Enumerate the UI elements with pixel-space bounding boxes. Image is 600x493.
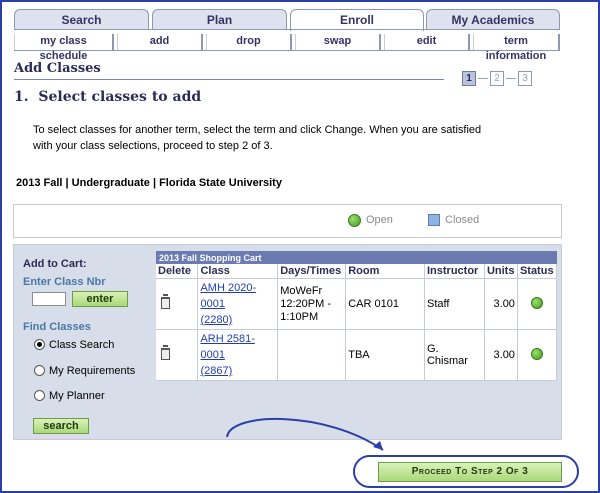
room-cell: TBA xyxy=(345,329,425,381)
step-heading: 1. Select classes to add xyxy=(14,89,202,105)
radio-label: Class Search xyxy=(49,339,115,351)
proceed-to-step-2-button[interactable]: Proceed To Step 2 Of 3 xyxy=(378,462,562,482)
column-header: Instructor xyxy=(424,264,485,279)
radio-my-requirements[interactable]: My Requirements xyxy=(34,365,135,377)
days-times-cell: MoWeFr 12:20PM - 1:10PM xyxy=(277,278,347,330)
instructions-text: To select classes for another term, sele… xyxy=(33,124,482,152)
column-header: Room xyxy=(345,264,425,279)
class-link[interactable]: ARH 2581-0001 (2867) xyxy=(200,333,254,377)
column-header: Class xyxy=(197,264,279,279)
delete-cell[interactable] xyxy=(156,329,199,381)
room-cell: CAR 0101 xyxy=(345,278,425,330)
add-to-cart-label: Add to Cart: xyxy=(23,258,87,270)
trash-icon[interactable] xyxy=(161,344,170,360)
radio-icon[interactable] xyxy=(34,365,45,376)
tab-plan[interactable]: Plan xyxy=(152,9,287,30)
heading-rule xyxy=(14,79,444,80)
class-cell[interactable]: ARH 2581-0001 (2867) xyxy=(197,329,279,381)
radio-label: My Requirements xyxy=(49,365,136,377)
column-header: Days/Times xyxy=(277,264,347,279)
search-button[interactable]: search xyxy=(33,418,89,434)
step-dash xyxy=(478,78,488,79)
table-row: AMH 2020-0001 (2280) MoWeFr 12:20PM - 1:1… xyxy=(156,278,558,330)
subtab-add[interactable]: add xyxy=(117,34,203,50)
delete-cell[interactable] xyxy=(156,278,199,330)
step-indicator: 1 2 3 xyxy=(462,71,538,87)
step-2: 2 xyxy=(490,71,504,86)
tab-my-academics[interactable]: My Academics xyxy=(426,9,560,30)
step-3: 3 xyxy=(518,71,532,86)
page-title: Add Classes xyxy=(14,61,101,76)
status-cell xyxy=(517,329,558,381)
class-cell[interactable]: AMH 2020-0001 (2280) xyxy=(197,278,279,330)
main-tabs: Search Plan Enroll My Academics xyxy=(14,9,560,31)
closed-label: Closed xyxy=(445,214,480,226)
closed-status-icon xyxy=(428,214,440,226)
open-label: Open xyxy=(366,214,393,226)
term-info: 2013 Fall | Undergraduate | Florida Stat… xyxy=(16,177,282,189)
shopping-cart-table: 2013 Fall Shopping Cart Delete Class Day… xyxy=(156,251,558,381)
column-header: Status xyxy=(517,264,558,279)
cart-title: 2013 Fall Shopping Cart xyxy=(156,251,557,264)
subtab-edit[interactable]: edit xyxy=(384,34,470,50)
radio-label: My Planner xyxy=(49,390,105,402)
instructor-cell: Staff xyxy=(424,278,485,330)
class-link[interactable]: AMH 2020-0001 (2280) xyxy=(200,282,256,326)
open-status-icon xyxy=(348,214,361,227)
subtab-term-information[interactable]: term information xyxy=(473,34,560,62)
radio-icon[interactable] xyxy=(34,390,45,401)
open-status-icon xyxy=(530,347,543,360)
enter-button[interactable]: enter xyxy=(72,291,128,307)
radio-selected-icon[interactable] xyxy=(34,339,45,350)
column-header: Delete xyxy=(156,264,199,279)
units-cell: 3.00 xyxy=(484,278,518,330)
instructor-cell: G. Chismar xyxy=(424,329,485,381)
status-legend: Open Closed xyxy=(13,204,562,238)
table-row: ARH 2581-0001 (2867) TBA G. Chismar 3.00 xyxy=(156,329,558,381)
find-classes-label: Find Classes xyxy=(23,321,91,333)
column-header: Units xyxy=(484,264,518,279)
days-times-cell xyxy=(277,329,347,381)
annotation-arrow xyxy=(226,418,384,451)
radio-class-search[interactable]: Class Search xyxy=(34,339,114,351)
step-dash xyxy=(506,78,516,79)
cart-header-row: Delete Class Days/Times Room Instructor … xyxy=(156,264,558,279)
tab-enroll[interactable]: Enroll xyxy=(290,9,424,31)
tab-search[interactable]: Search xyxy=(14,9,149,30)
class-nbr-input[interactable] xyxy=(32,292,66,306)
subtab-my-class-schedule[interactable]: my class schedule xyxy=(14,34,114,62)
trash-icon[interactable] xyxy=(161,293,170,309)
radio-my-planner[interactable]: My Planner xyxy=(34,390,105,402)
status-cell xyxy=(517,278,558,330)
sub-tabs: my class schedule add drop swap edit ter… xyxy=(14,34,560,62)
subtab-line xyxy=(14,50,560,51)
open-status-icon xyxy=(530,296,543,309)
subtab-drop[interactable]: drop xyxy=(206,34,292,50)
subtab-swap[interactable]: swap xyxy=(295,34,381,50)
tab-underline xyxy=(14,29,560,30)
step-1: 1 xyxy=(462,71,476,86)
enter-class-nbr-label: Enter Class Nbr xyxy=(23,276,106,288)
units-cell: 3.00 xyxy=(484,329,518,381)
